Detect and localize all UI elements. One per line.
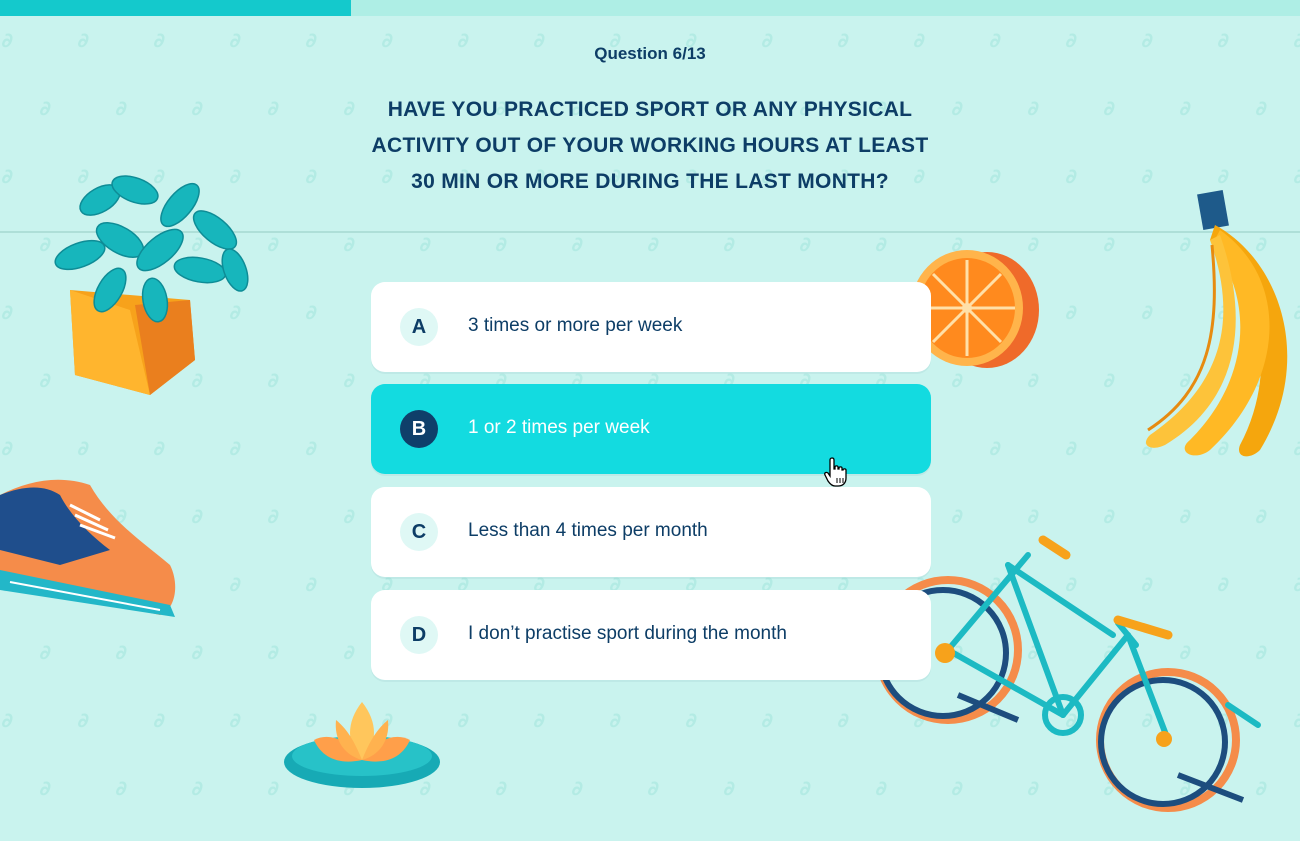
question-line: HAVE YOU PRACTICED SPORT OR ANY PHYSICAL: [387, 98, 913, 121]
pattern-mark: ∂: [1026, 504, 1041, 528]
pattern-mark: ∂: [456, 708, 471, 732]
pattern-mark: ∂: [76, 708, 91, 732]
pattern-mark: ∂: [874, 232, 889, 256]
pattern-mark: ∂: [190, 776, 205, 800]
pattern-mark: ∂: [114, 96, 129, 120]
pattern-mark: ∂: [950, 504, 965, 528]
progress-bar-fill: [0, 0, 351, 16]
question-line: 30 MIN OR MORE DURING THE LAST MONTH?: [411, 170, 889, 193]
pattern-mark: ∂: [1102, 232, 1117, 256]
answer-label: 1 or 2 times per week: [468, 417, 650, 438]
pattern-mark: ∂: [1254, 96, 1269, 120]
pattern-mark: ∂: [1292, 164, 1300, 188]
pattern-mark: ∂: [1178, 96, 1193, 120]
pattern-mark: ∂: [798, 776, 813, 800]
question-counter: Question 6/13: [594, 44, 706, 63]
hand-pointer-icon: [824, 457, 847, 487]
pattern-mark: ∂: [190, 96, 205, 120]
pattern-mark: ∂: [1064, 436, 1079, 460]
answer-label: Less than 4 times per month: [468, 520, 708, 541]
answer-option-a[interactable]: A 3 times or more per week: [371, 282, 931, 372]
pattern-mark: ∂: [342, 368, 357, 392]
pattern-mark: ∂: [304, 572, 319, 596]
pattern-mark: ∂: [1102, 504, 1117, 528]
pattern-mark: ∂: [114, 640, 129, 664]
progress-bar: [0, 0, 1300, 16]
pattern-mark: ∂: [1140, 164, 1155, 188]
pattern-mark: ∂: [0, 164, 15, 188]
pattern-mark: ∂: [0, 436, 15, 460]
pattern-mark: ∂: [152, 436, 167, 460]
banana-illustration: [1145, 190, 1288, 457]
pattern-mark: ∂: [342, 640, 357, 664]
pattern-mark: ∂: [950, 96, 965, 120]
pattern-mark: ∂: [38, 776, 53, 800]
lotus-illustration: [284, 702, 440, 788]
answer-letter-badge: B: [400, 410, 438, 448]
pattern-mark: ∂: [532, 708, 547, 732]
pattern-mark: ∂: [228, 436, 243, 460]
bicycle-illustration: [878, 535, 1261, 812]
pattern-mark: ∂: [646, 776, 661, 800]
pattern-mark: ∂: [494, 232, 509, 256]
question-title: HAVE YOU PRACTICED SPORT OR ANY PHYSICAL…: [350, 92, 950, 200]
answer-label: 3 times or more per week: [468, 315, 683, 336]
pattern-mark: ∂: [152, 708, 167, 732]
sneaker-illustration: [0, 479, 176, 617]
pattern-mark: ∂: [228, 572, 243, 596]
pattern-mark: ∂: [722, 232, 737, 256]
pattern-mark: ∂: [1064, 300, 1079, 324]
pattern-mark: ∂: [76, 436, 91, 460]
pattern-mark: ∂: [228, 708, 243, 732]
plant-illustration: [54, 175, 249, 395]
pattern-mark: ∂: [1178, 504, 1193, 528]
pattern-mark: ∂: [266, 96, 281, 120]
pattern-mark: ∂: [114, 776, 129, 800]
pattern-mark: ∂: [38, 96, 53, 120]
question-line: ACTIVITY OUT OF YOUR WORKING HOURS AT LE…: [371, 134, 929, 157]
pattern-mark: ∂: [266, 232, 281, 256]
pattern-mark: ∂: [0, 708, 15, 732]
pattern-mark: ∂: [190, 504, 205, 528]
pattern-mark: ∂: [304, 300, 319, 324]
pattern-mark: ∂: [988, 436, 1003, 460]
pattern-mark: ∂: [266, 368, 281, 392]
pattern-mark: ∂: [646, 232, 661, 256]
answer-option-c[interactable]: C Less than 4 times per month: [371, 487, 931, 577]
pattern-mark: ∂: [760, 708, 775, 732]
pattern-mark: ∂: [418, 232, 433, 256]
pattern-mark: ∂: [988, 164, 1003, 188]
pattern-mark: ∂: [342, 504, 357, 528]
pattern-mark: ∂: [1064, 164, 1079, 188]
pattern-mark: ∂: [1102, 368, 1117, 392]
answer-label: I don’t practise sport during the month: [468, 623, 787, 644]
pattern-mark: ∂: [1102, 96, 1117, 120]
pattern-mark: ∂: [266, 776, 281, 800]
pattern-mark: ∂: [1026, 96, 1041, 120]
pattern-mark: ∂: [1292, 708, 1300, 732]
pattern-mark: ∂: [304, 164, 319, 188]
pattern-mark: ∂: [608, 708, 623, 732]
pattern-mark: ∂: [266, 640, 281, 664]
pattern-mark: ∂: [38, 640, 53, 664]
answer-option-d[interactable]: D I don’t practise sport during the mont…: [371, 590, 931, 680]
pattern-mark: ∂: [190, 640, 205, 664]
pattern-mark: ∂: [1216, 164, 1231, 188]
pattern-mark: ∂: [722, 776, 737, 800]
pattern-mark: ∂: [0, 300, 15, 324]
pattern-mark: ∂: [266, 504, 281, 528]
pattern-mark: ∂: [798, 232, 813, 256]
pattern-mark: ∂: [836, 708, 851, 732]
pattern-mark: ∂: [1292, 572, 1300, 596]
pattern-mark: ∂: [342, 232, 357, 256]
answer-letter-badge: A: [400, 308, 438, 346]
pattern-mark: ∂: [304, 436, 319, 460]
pattern-mark: ∂: [1254, 504, 1269, 528]
pattern-mark: ∂: [494, 776, 509, 800]
pattern-mark: ∂: [570, 776, 585, 800]
answer-letter-badge: D: [400, 616, 438, 654]
pattern-mark: ∂: [570, 232, 585, 256]
pattern-mark: ∂: [684, 708, 699, 732]
answer-letter-badge: C: [400, 513, 438, 551]
